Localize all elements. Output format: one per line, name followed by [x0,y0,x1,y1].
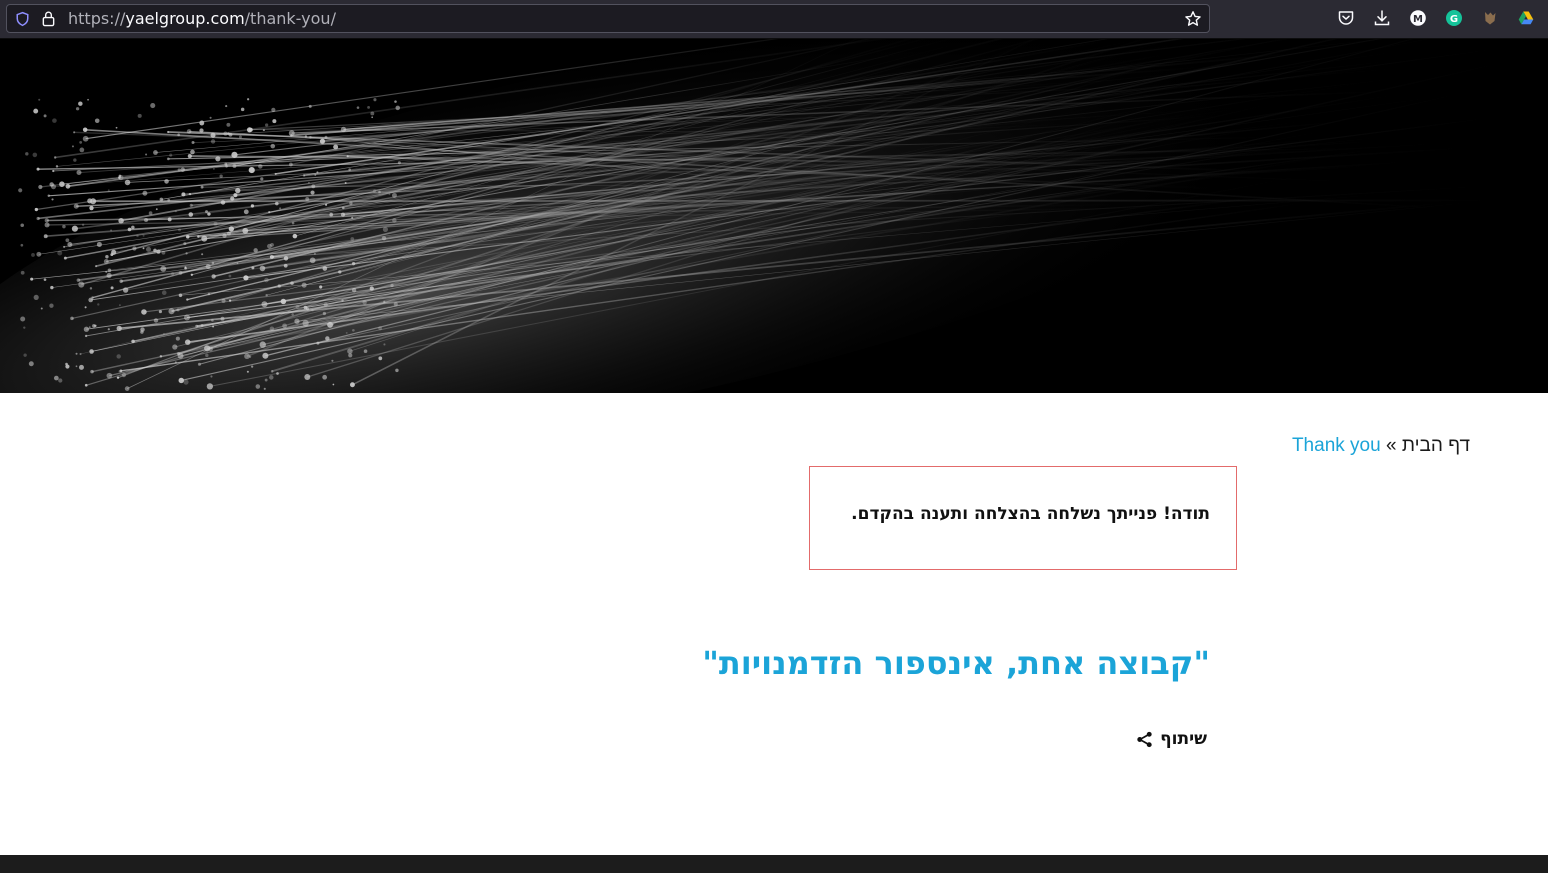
fox-extension-icon[interactable] [1481,9,1499,27]
svg-text:G: G [1450,14,1458,25]
bookmark-star-icon[interactable] [1184,10,1202,28]
hero-banner [0,39,1548,393]
breadcrumb-separator: » [1385,435,1397,456]
breadcrumb-home[interactable]: דף הבית [1402,435,1470,456]
success-message: תודה! פנייתך נשלחה בהצלחה ותענה בהקדם. [851,504,1210,524]
share-label: שיתוף [1160,729,1207,749]
browser-toolbar: https://yaelgroup.com/thank-you/ M G [0,0,1548,39]
shield-icon[interactable] [15,11,30,27]
success-notice: תודה! פנייתך נשלחה בהצלחה ותענה בהקדם. [809,466,1237,570]
url-text[interactable]: https://yaelgroup.com/thank-you/ [68,10,336,28]
grammarly-icon[interactable]: G [1445,9,1463,27]
share-button[interactable]: שיתוף [1136,729,1207,749]
page-headline: "קבוצה אחת, אינספור הזדמנויות" [702,644,1210,682]
url-host: yaelgroup.com [125,9,245,28]
drive-icon[interactable] [1517,9,1535,27]
fiber-optic-image [0,39,1548,393]
m-extension-icon[interactable]: M [1409,9,1427,27]
share-icon [1137,731,1152,747]
url-bar[interactable]: https://yaelgroup.com/thank-you/ [6,4,1210,33]
pocket-icon[interactable] [1337,9,1355,27]
svg-text:M: M [1413,14,1423,25]
breadcrumb: דף הבית » Thank you [1292,435,1470,457]
breadcrumb-current[interactable]: Thank you [1292,435,1381,456]
lock-icon[interactable] [41,10,56,27]
url-path: /thank-you/ [244,9,336,28]
footer [0,855,1548,873]
url-protocol: https:// [68,9,126,28]
download-icon[interactable] [1373,9,1391,27]
